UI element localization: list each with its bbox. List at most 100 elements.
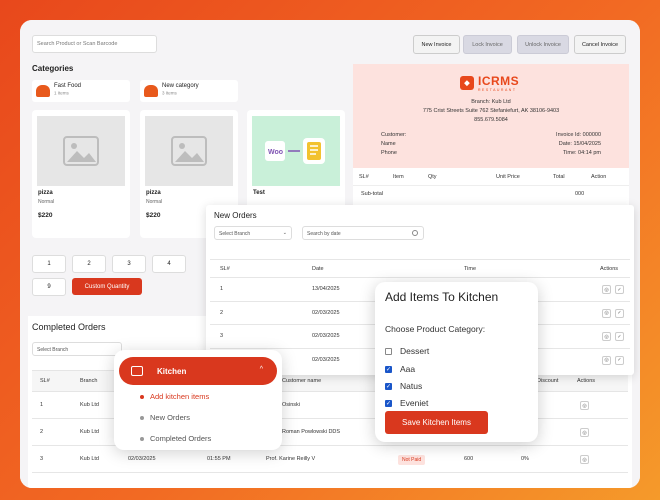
product-variant: Normal [146, 199, 163, 205]
column-header: Actions [600, 265, 619, 272]
checkbox-checked-icon: ✓ [385, 365, 392, 373]
check-icon[interactable]: ✓ [615, 285, 624, 294]
completed-orders-title: Completed Orders [32, 322, 106, 332]
menu-item-completed-orders[interactable]: Completed Orders [140, 434, 211, 443]
branch-name: Branch: Kub Ltd [471, 99, 511, 105]
column-header: Branch [80, 378, 98, 384]
cell-date: 02/03/2025 [312, 357, 340, 364]
kitchen-icon [131, 366, 143, 376]
branch-select[interactable]: Select Branch ⌄ [214, 226, 292, 240]
column-header: Qty [428, 174, 437, 180]
check-icon[interactable]: ✓ [615, 332, 624, 341]
checkbox-label: Dessert [400, 346, 430, 356]
image-placeholder-icon [37, 116, 125, 186]
column-header: Customer name [282, 378, 322, 384]
category-name: Fast Food [54, 83, 82, 89]
cell-branch: Kub Ltd [80, 429, 99, 435]
view-icon[interactable]: ◎ [580, 455, 589, 464]
column-header: Time [464, 265, 477, 272]
menu-item-new-orders[interactable]: New Orders [140, 413, 190, 422]
new-invoice-button[interactable]: New Invoice [413, 35, 460, 54]
table-header: SL# Date Time Actions [210, 259, 630, 278]
menu-item-label: Completed Orders [150, 434, 212, 443]
view-icon[interactable]: ◎ [602, 285, 611, 294]
invoice-items-table: SL# Item Qty Unit Price Total Action Sub… [353, 168, 629, 208]
cancel-invoice-button[interactable]: Cancel Invoice [574, 35, 626, 54]
view-icon[interactable]: ◎ [580, 401, 589, 410]
page-4-button[interactable]: 4 [152, 255, 186, 273]
payment-status-badge: Not Paid [398, 455, 426, 465]
category-count: 3 Items [162, 90, 177, 96]
chevron-up-icon: ^ [259, 366, 263, 373]
column-header: Discount [537, 378, 559, 384]
cell-date: 02/03/2025 [312, 309, 340, 316]
cell-sl: 2 [40, 429, 44, 435]
food-icon [144, 85, 158, 97]
cell-sl: 3 [40, 456, 44, 462]
page-2-button[interactable]: 2 [72, 255, 106, 273]
date-search-input[interactable]: Search by date [302, 226, 424, 240]
unlock-invoice-button[interactable]: Unlock Invoice [517, 35, 569, 54]
bullet-icon [140, 394, 144, 399]
category-name: New category [162, 83, 199, 89]
kitchen-menu-toggle[interactable]: Kitchen ^ [119, 357, 277, 385]
categories-title: Categories [32, 64, 74, 73]
category-card[interactable]: New category 3 Items [140, 80, 238, 102]
svg-text:Woo: Woo [268, 149, 283, 156]
category-checkbox-aaa[interactable]: ✓ Aaa [385, 364, 415, 374]
category-count: 1 Items [54, 90, 69, 96]
menu-item-add-kitchen-items[interactable]: Add kitchen items [140, 392, 209, 401]
checkbox-label: Natus [400, 381, 423, 391]
cell-sl: 1 [220, 286, 224, 293]
cell-date: 02/03/2025 [128, 456, 156, 462]
branch-select[interactable]: Select Branch [32, 342, 122, 356]
cell-sl: 3 [220, 333, 224, 340]
food-icon [36, 85, 50, 97]
menu-item-label: New Orders [150, 413, 191, 422]
save-kitchen-items-button[interactable]: Save Kitchen Items [385, 411, 488, 434]
cell-time: 01:55 PM [207, 456, 231, 462]
cell-sl: 1 [40, 402, 44, 408]
check-icon[interactable]: ✓ [615, 308, 624, 318]
branch-select-value: Select Branch [219, 231, 251, 237]
checkbox-checked-icon: ✓ [385, 382, 392, 390]
column-header: Total [553, 174, 565, 180]
product-variant: Normal [38, 199, 55, 205]
page-1-button[interactable]: 1 [32, 255, 66, 273]
category-checkbox-eveniet[interactable]: ✓ Eveniet [385, 398, 428, 408]
column-header: Actions [577, 378, 596, 384]
branch-phone: 855.679.5084 [474, 117, 508, 123]
category-prompt: Choose Product Category: [385, 324, 486, 334]
search-input[interactable]: Search Product or Scan Barcode [32, 35, 157, 53]
category-checkbox-dessert[interactable]: Dessert [385, 346, 429, 356]
table-row: 3 Kub Ltd 02/03/2025 01:55 PM Prof. Kari… [32, 446, 628, 473]
view-icon[interactable]: ◎ [602, 308, 611, 318]
cell-branch: Kub Ltd [80, 456, 99, 462]
kitchen-label: Kitchen [157, 366, 187, 376]
view-icon[interactable]: ◎ [580, 428, 589, 437]
app-window: Search Product or Scan Barcode New Invoi… [20, 20, 640, 488]
lock-invoice-button[interactable]: Lock Invoice [463, 35, 512, 54]
kitchen-menu: Kitchen ^ Add kitchen items New Orders C… [114, 350, 282, 450]
brand-subtitle: RESTAURANT [478, 88, 517, 92]
product-name: pizza [146, 190, 161, 196]
view-icon[interactable]: ◎ [602, 355, 611, 365]
page-3-button[interactable]: 3 [112, 255, 146, 273]
menu-item-label: Add kitchen items [150, 392, 210, 401]
chevron-down-icon: ⌄ [282, 230, 287, 236]
product-card[interactable]: pizza Normal $220 [32, 110, 130, 238]
cell-date: 13/04/2025 [312, 286, 340, 293]
category-checkbox-natus[interactable]: ✓ Natus [385, 381, 422, 391]
new-orders-title: New Orders [214, 211, 257, 220]
category-card[interactable]: Fast Food 1 Items [32, 80, 130, 102]
product-name: pizza [38, 190, 53, 196]
bullet-icon [140, 436, 144, 441]
invoice-date: Date: 15/04/2025 [558, 141, 601, 147]
view-icon[interactable]: ◎ [602, 332, 611, 341]
bullet-icon [140, 415, 144, 420]
image-placeholder-icon [145, 116, 233, 186]
custom-quantity-button[interactable]: Custom Quantity [72, 278, 142, 295]
invoice-time: Time: 04:14 pm [562, 150, 601, 156]
check-icon[interactable]: ✓ [615, 355, 624, 365]
page-9-button[interactable]: 9 [32, 278, 66, 296]
